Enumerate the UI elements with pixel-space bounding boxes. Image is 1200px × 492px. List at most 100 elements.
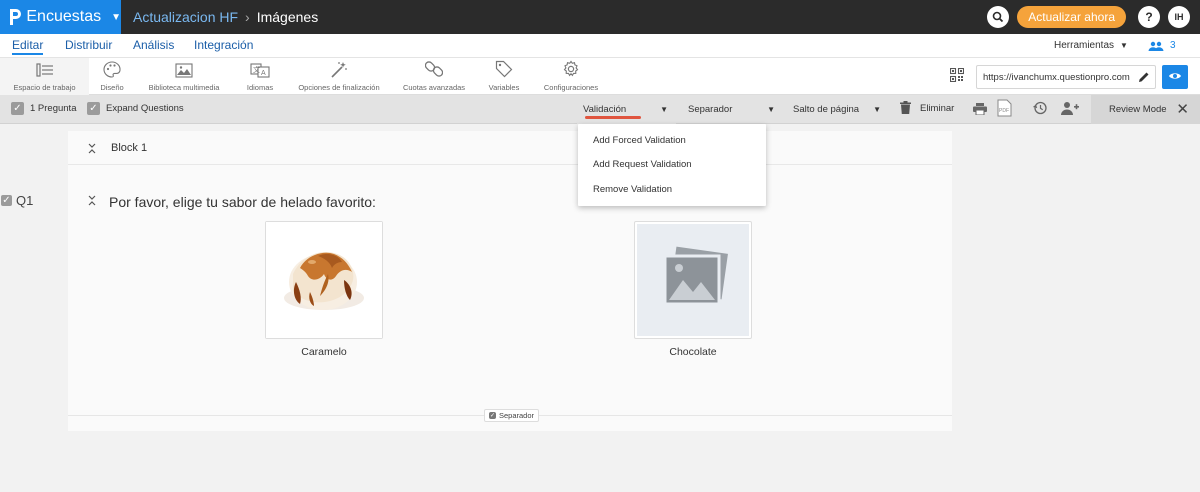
block-title[interactable]: Block 1 xyxy=(111,142,147,154)
validation-menu: Add Forced Validation Add Request Valida… xyxy=(578,124,766,206)
top-bar: Encuestas ▼ Actualizacion HF › Imágenes … xyxy=(0,0,1200,34)
collapse-chevrons-icon[interactable] xyxy=(88,143,96,154)
product-switcher[interactable]: Encuestas ▼ xyxy=(0,0,121,34)
expand-questions-checkbox[interactable]: ✓ Expand Questions xyxy=(87,102,184,115)
toolbar-label: Biblioteca multimedia xyxy=(148,83,220,92)
collaborators[interactable]: 3 xyxy=(1148,40,1176,51)
menu-editar[interactable]: Editar xyxy=(12,38,44,55)
link-chain-icon xyxy=(425,58,443,78)
option-label: Caramelo xyxy=(301,346,347,358)
validation-highlight-underline xyxy=(585,116,641,119)
review-mode-label: Review Mode xyxy=(1109,104,1167,115)
svg-text:A: A xyxy=(261,70,266,77)
menu-item-add-request-validation[interactable]: Add Request Validation xyxy=(593,159,692,170)
menu-distribuir[interactable]: Distribuir xyxy=(65,38,112,52)
caret-down-icon: ▼ xyxy=(660,105,668,114)
checkbox-checked-icon: ✓ xyxy=(11,102,24,115)
image-option-caramelo[interactable] xyxy=(265,221,383,339)
top-right-actions: Actualizar ahora ? IH xyxy=(987,0,1190,34)
palette-icon xyxy=(103,58,121,78)
breadcrumb-project[interactable]: Actualizacion HF xyxy=(133,9,238,25)
page-break-label: Salto de página xyxy=(793,104,860,115)
collaborators-icon xyxy=(1148,41,1164,51)
checkbox-checked-icon: ✓ xyxy=(489,412,496,419)
review-mode-panel[interactable]: Review Mode ✕ xyxy=(1091,95,1200,124)
menu-integracion[interactable]: Integración xyxy=(194,38,253,52)
toolbar-languages[interactable]: 文A Idiomas xyxy=(246,58,274,95)
qr-code-icon[interactable] xyxy=(949,67,965,87)
close-icon[interactable]: ✕ xyxy=(1176,102,1189,117)
preview-button[interactable] xyxy=(1162,65,1188,89)
survey-url: https://ivanchumx.questionpro.com xyxy=(983,71,1130,83)
page-break-dropdown[interactable]: Salto de página ▼ xyxy=(787,95,889,124)
delete-button[interactable]: Eliminar xyxy=(920,103,954,114)
question-number[interactable]: ✓ Q1 xyxy=(1,193,33,208)
menu-item-remove-validation[interactable]: Remove Validation xyxy=(593,184,672,195)
history-icon[interactable] xyxy=(1033,101,1047,120)
block-header: Block 1 xyxy=(68,131,952,165)
translate-icon: 文A xyxy=(250,58,270,78)
checkbox-checked-icon: ✓ xyxy=(1,194,12,206)
gear-icon xyxy=(562,58,580,78)
caret-down-icon: ▼ xyxy=(1120,41,1128,50)
tools-dropdown[interactable]: Herramientas ▼ xyxy=(1054,40,1128,51)
select-questions-checkbox[interactable]: ✓ 1 Pregunta xyxy=(11,102,76,115)
collaborators-count: 3 xyxy=(1170,40,1176,51)
validation-dropdown[interactable]: Validación ▼ xyxy=(577,95,676,124)
add-collaborator-icon[interactable] xyxy=(1061,101,1079,120)
chevron-right-icon: › xyxy=(245,9,250,25)
toolbar-workspace[interactable]: Espacio de trabajo xyxy=(0,58,89,95)
checkbox-checked-icon: ✓ xyxy=(87,102,100,115)
image-option-chocolate[interactable] xyxy=(634,221,752,339)
toolbar-finish-options[interactable]: Opciones de finalización xyxy=(296,58,382,95)
pdf-icon[interactable]: PDF xyxy=(997,99,1012,122)
toolbar-advanced-quotas[interactable]: Cuotas avanzadas xyxy=(402,58,466,95)
separator-label: Separador xyxy=(688,104,733,115)
caramel-ice-cream-image xyxy=(266,222,382,338)
toolbar-label: Diseño xyxy=(100,83,124,92)
upgrade-button[interactable]: Actualizar ahora xyxy=(1017,6,1126,28)
option-label: Chocolate xyxy=(669,346,717,358)
main-menu: Editar Distribuir Análisis Integración H… xyxy=(0,34,1200,58)
survey-block: Block 1 xyxy=(68,131,952,431)
separator-dropdown[interactable]: Separador ▼ xyxy=(682,95,783,124)
toolbar-label: Idiomas xyxy=(246,83,274,92)
user-avatar[interactable]: IH xyxy=(1168,6,1190,28)
questionpro-logo-icon xyxy=(8,0,22,34)
menu-item-add-forced-validation[interactable]: Add Forced Validation xyxy=(593,135,686,146)
collapse-chevrons-icon[interactable] xyxy=(88,195,96,206)
survey-url-field[interactable]: https://ivanchumx.questionpro.com xyxy=(976,65,1156,89)
svg-text:文: 文 xyxy=(253,65,260,74)
tools-label: Herramientas xyxy=(1054,40,1115,51)
svg-text:PDF: PDF xyxy=(999,108,1009,114)
toolbar-label: Espacio de trabajo xyxy=(13,83,76,92)
breadcrumb-page: Imágenes xyxy=(256,9,319,25)
help-icon[interactable]: ? xyxy=(1138,6,1160,28)
caret-down-icon: ▼ xyxy=(111,11,121,23)
toolbar-settings[interactable]: Configuraciones xyxy=(542,58,600,95)
trash-icon[interactable] xyxy=(900,101,911,119)
caret-down-icon: ▼ xyxy=(873,105,881,114)
toolbar-label: Opciones de finalización xyxy=(298,83,380,92)
question-count: 1 Pregunta xyxy=(30,103,77,114)
image-icon xyxy=(175,58,193,78)
breadcrumb: Actualizacion HF › Imágenes xyxy=(133,0,318,34)
toolbar-label: Configuraciones xyxy=(543,83,599,92)
separator-chip-label: Separador xyxy=(499,411,535,420)
toolbar-variables[interactable]: Variables xyxy=(486,58,522,95)
validation-label: Validación xyxy=(583,104,627,115)
print-icon[interactable] xyxy=(973,102,987,120)
pencil-icon[interactable] xyxy=(1138,71,1150,86)
caret-down-icon: ▼ xyxy=(767,105,775,114)
magic-wand-icon xyxy=(330,58,348,78)
toolbar-design[interactable]: Diseño xyxy=(96,58,128,95)
search-icon[interactable] xyxy=(987,6,1010,28)
separator-chip[interactable]: ✓ Separador xyxy=(484,409,540,422)
toolbar-media-library[interactable]: Biblioteca multimedia xyxy=(146,58,222,95)
expand-questions-label: Expand Questions xyxy=(106,103,184,114)
menu-analisis[interactable]: Análisis xyxy=(133,38,174,52)
question-text[interactable]: Por favor, elige tu sabor de helado favo… xyxy=(109,194,376,210)
tag-icon xyxy=(495,58,513,78)
image-placeholder-icon xyxy=(637,224,749,336)
toolbar-label: Variables xyxy=(488,83,520,92)
